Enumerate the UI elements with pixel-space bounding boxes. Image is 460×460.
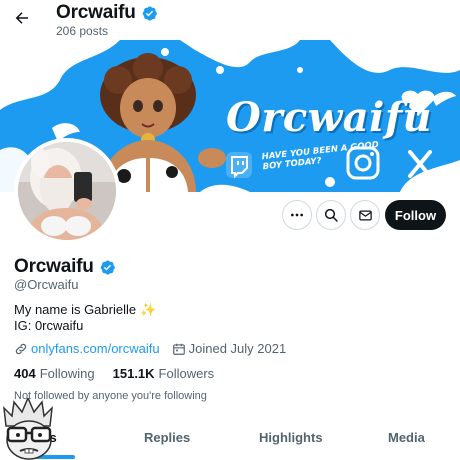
- followers-link[interactable]: 151.1K Followers: [113, 366, 215, 381]
- calendar-icon: [172, 343, 185, 355]
- verified-badge-icon: [141, 5, 158, 22]
- tab-highlights[interactable]: Highlights: [259, 430, 323, 445]
- more-button[interactable]: [282, 200, 312, 230]
- avatar-photo: [18, 142, 116, 240]
- profile-meta: onlyfans.com/orcwaifu Joined July 2021: [14, 341, 286, 356]
- profile-link[interactable]: onlyfans.com/orcwaifu: [31, 341, 160, 356]
- tab-replies[interactable]: Replies: [144, 430, 190, 445]
- followers-label: Followers: [158, 366, 215, 381]
- display-name-row: Orcwaifu: [14, 256, 116, 278]
- bio: My name is Gabrielle ✨ IG: 0rcwaifu: [14, 302, 156, 334]
- more-dots-icon: [291, 213, 303, 217]
- bio-text-2: IG: 0rcwaifu: [14, 318, 84, 333]
- twitch-icon: [226, 152, 252, 179]
- bio-text-1: My name is Gabrielle: [14, 302, 137, 317]
- search-icon: [324, 208, 338, 222]
- followers-count: 151.1K: [112, 366, 155, 381]
- avatar[interactable]: [14, 138, 120, 244]
- follow-button[interactable]: Follow: [385, 200, 446, 230]
- top-bar: Orcwaifu 206 posts: [0, 0, 460, 40]
- user-handle: @Orcwaifu: [14, 277, 79, 292]
- bio-line-1: My name is Gabrielle ✨: [14, 302, 156, 318]
- header-title: Orcwaifu: [56, 2, 136, 23]
- sparkles-emoji: ✨: [140, 302, 157, 317]
- arrow-left-icon: [15, 12, 28, 24]
- following-label: Following: [39, 366, 95, 381]
- header-title-row: Orcwaifu: [56, 2, 158, 24]
- display-name: Orcwaifu: [14, 256, 94, 277]
- link-icon: [15, 343, 27, 354]
- message-button[interactable]: [350, 200, 380, 230]
- following-link[interactable]: 404 Following: [14, 366, 95, 381]
- follow-counts: 404 Following 151.1K Followers: [14, 366, 232, 381]
- following-count: 404: [14, 366, 36, 381]
- search-button[interactable]: [316, 200, 346, 230]
- joined-date: Joined July 2021: [188, 341, 287, 356]
- profile-tabs: sts Replies Highlights Media: [0, 422, 460, 460]
- banner-brand-text: Orcwaifu: [226, 94, 433, 141]
- back-button[interactable]: [10, 6, 34, 30]
- envelope-icon: [358, 210, 372, 220]
- verified-badge-icon[interactable]: [99, 259, 116, 276]
- post-count: 206 posts: [56, 24, 109, 38]
- tab-media[interactable]: Media: [388, 430, 425, 445]
- nerd-mascot-icon: [3, 398, 53, 460]
- bio-line-2: IG: 0rcwaifu: [14, 318, 156, 334]
